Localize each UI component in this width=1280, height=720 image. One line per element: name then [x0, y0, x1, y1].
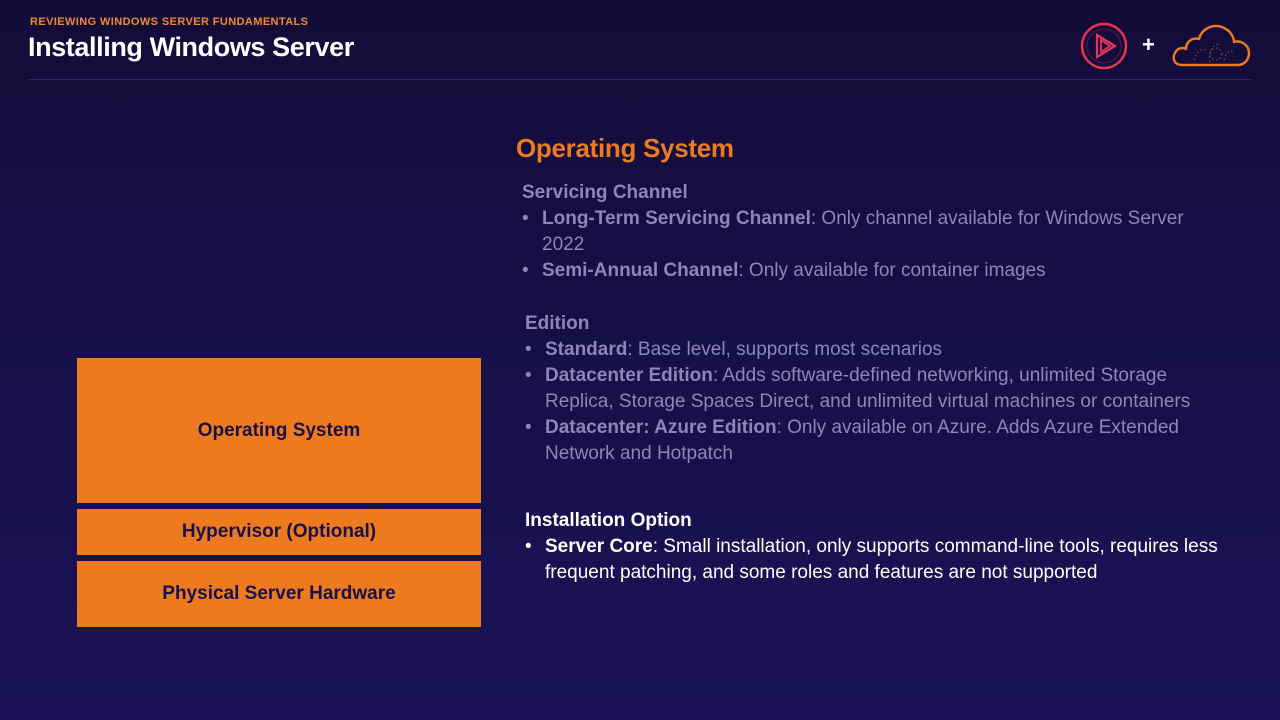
edition-title: Edition: [525, 313, 590, 334]
list-item: • Standard: Base level, supports most sce…: [525, 337, 1215, 363]
slide-title: Installing Windows Server: [28, 32, 354, 62]
bullet: •: [525, 417, 532, 438]
brand-logos: +: [1080, 20, 1252, 70]
list-item: • Semi-Annual Channel: Only available for…: [522, 258, 1222, 284]
installation-option-section: Installation Option • Server Core: Small …: [525, 508, 1225, 586]
play-logo-icon: [1080, 22, 1128, 70]
stack-layer-hardware: Physical Server Hardware: [77, 561, 481, 627]
list-item-term: Server Core: [545, 536, 653, 557]
list-item-desc: : Base level, supports most scenarios: [627, 339, 943, 360]
list-item-desc: : Only available for container images: [738, 260, 1046, 281]
bullet: •: [522, 208, 529, 229]
bullet: •: [525, 365, 532, 386]
list-item: • Datacenter: Azure Edition: Only availab…: [525, 415, 1215, 467]
stack-layer-operating-system: Operating System: [77, 358, 481, 503]
stack-layer-hypervisor: Hypervisor (Optional): [77, 509, 481, 555]
list-item-term: Datacenter Edition: [545, 365, 713, 386]
list-item-term: Standard: [545, 339, 628, 360]
bullet: •: [525, 339, 532, 360]
plus-sign: +: [1142, 32, 1155, 57]
bullet: •: [525, 536, 532, 557]
list-item-term: Datacenter: Azure Edition: [545, 417, 777, 438]
cloud-logo-icon: [1172, 24, 1251, 67]
list-item: • Server Core: Small installation, only s…: [525, 534, 1225, 586]
list-item: • Long-Term Servicing Channel: Only chann…: [522, 206, 1222, 258]
bullet: •: [522, 260, 529, 281]
servicing-channel-section: Servicing Channel • Long-Term Servicing C…: [522, 180, 1222, 284]
list-item-term: Long-Term Servicing Channel: [542, 208, 811, 229]
list-item-term: Semi-Annual Channel: [542, 260, 739, 281]
servicing-channel-title: Servicing Channel: [522, 182, 688, 203]
header-divider: [28, 79, 1252, 80]
section-eyebrow: REVIEWING WINDOWS SERVER FUNDAMENTALS: [30, 16, 309, 28]
content-heading: Operating System: [516, 133, 734, 163]
installation-option-title: Installation Option: [525, 510, 692, 531]
list-item: • Datacenter Edition: Adds software-defin…: [525, 363, 1215, 415]
edition-section: Edition • Standard: Base level, supports …: [525, 311, 1215, 467]
